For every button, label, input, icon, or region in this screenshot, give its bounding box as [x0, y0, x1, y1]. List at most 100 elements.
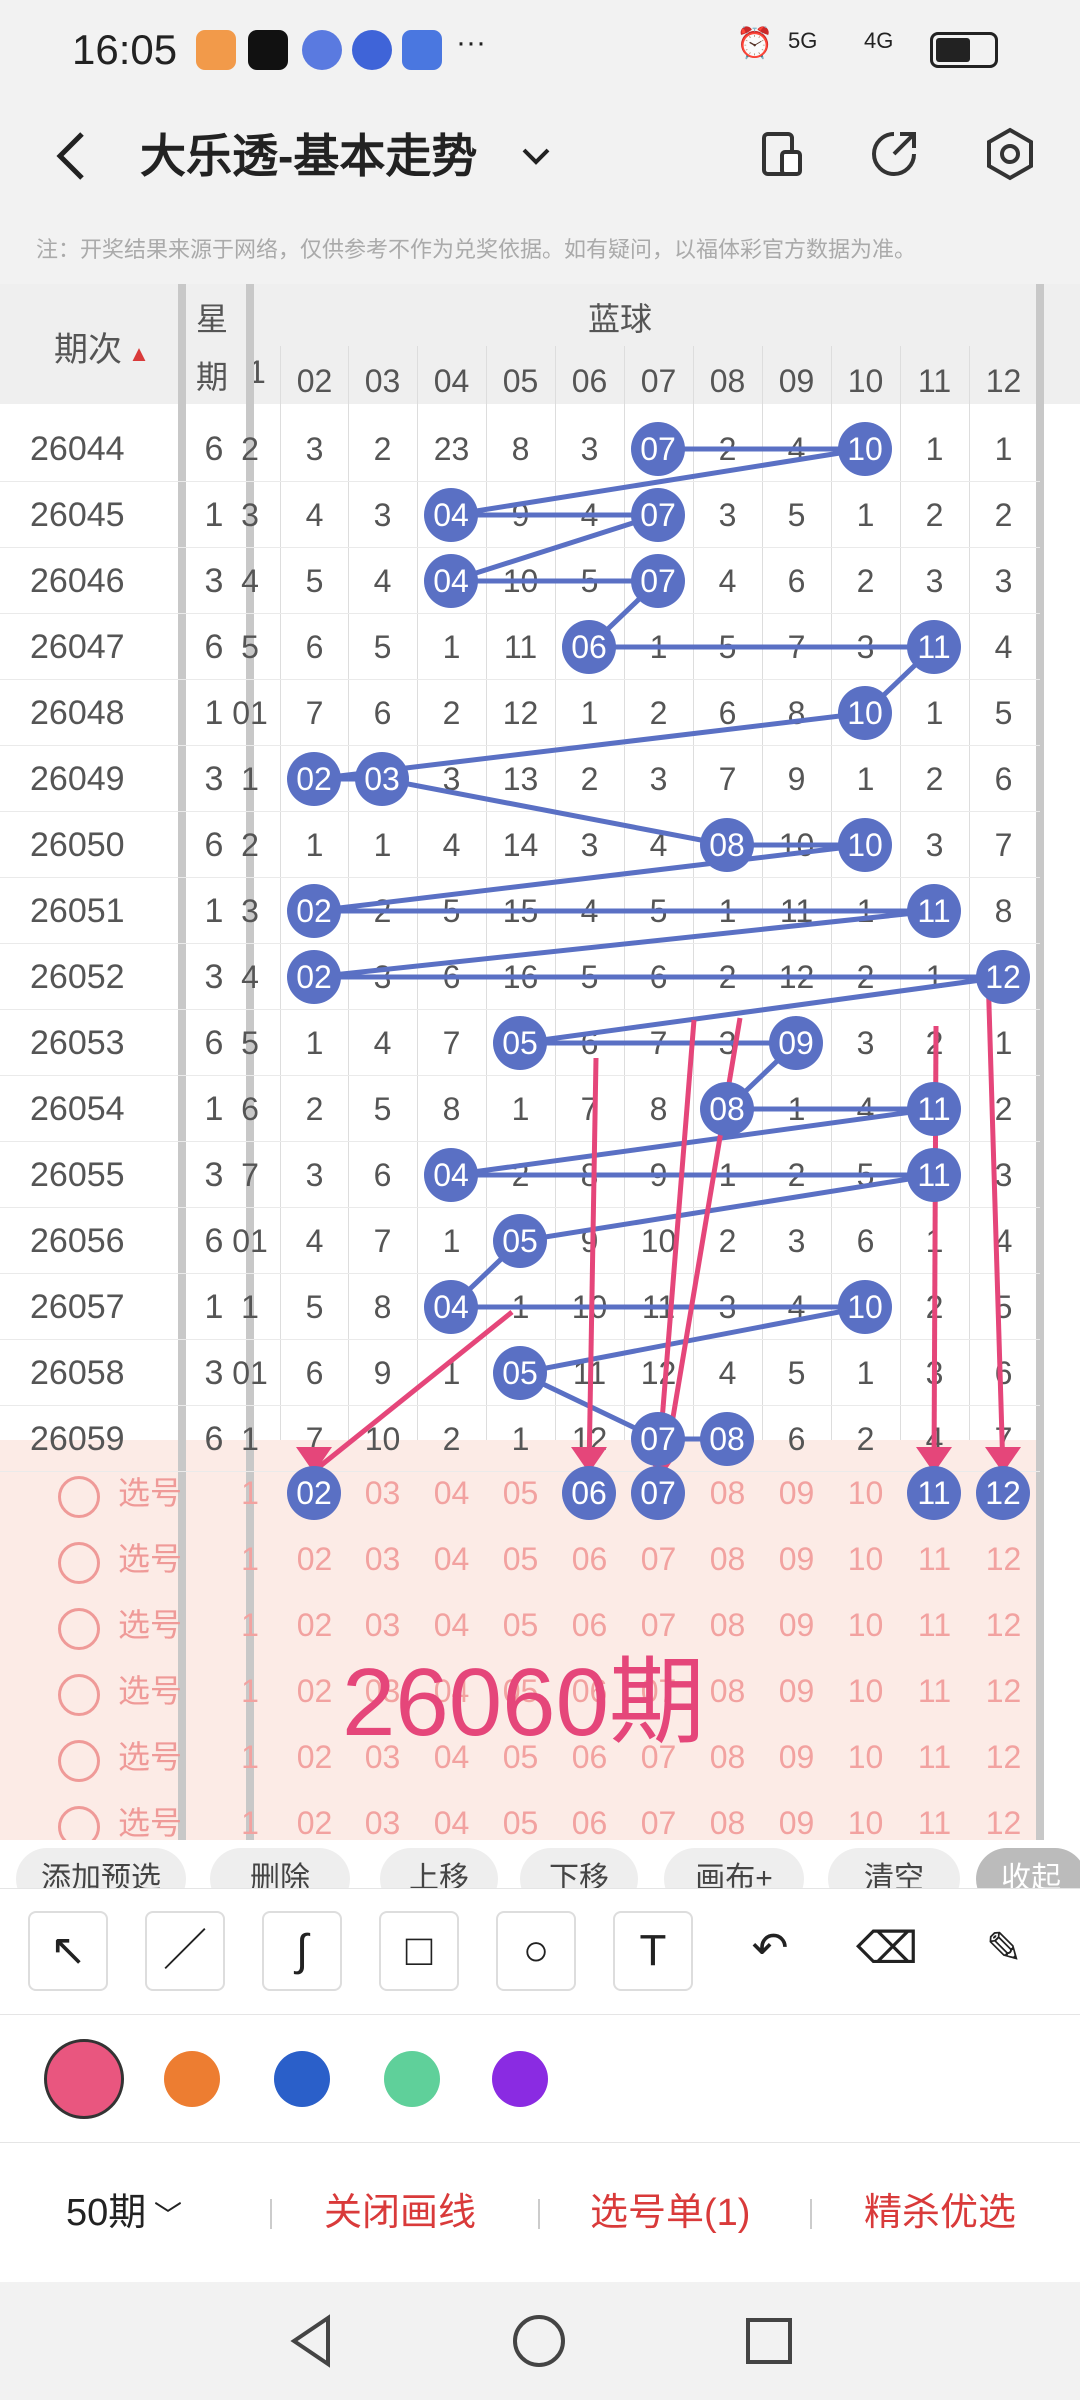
color-palette [0, 2014, 1080, 2142]
circle-tool-button[interactable]: ○ [496, 1911, 576, 1991]
system-nav-bar [0, 2282, 1080, 2400]
nav-back-button[interactable] [280, 2310, 342, 2372]
arrow-tool-icon: ↖ [49, 1926, 87, 1975]
annotation-label: 26060期 [342, 1649, 705, 1756]
divider [270, 2199, 272, 2229]
drawn-ball: 07 [631, 488, 685, 542]
arrow-tool-button[interactable]: ↖ [28, 1911, 108, 1991]
drawn-ball: 11 [907, 1148, 961, 1202]
drawn-ball: 03 [355, 752, 409, 806]
drawn-ball: 11 [907, 884, 961, 938]
drawn-ball: 11 [907, 1082, 961, 1136]
app-notification-icon [196, 30, 236, 70]
undo-button[interactable]: ↶ [730, 1911, 810, 1991]
action-chips: 添加预选 删除 上移 下移 画布+ 清空 收起 [0, 1840, 1080, 1888]
drawn-ball: 04 [424, 554, 478, 608]
drawn-ball: 04 [424, 1280, 478, 1334]
more-notifications-icon: ··· [456, 26, 486, 59]
drawn-ball: 05 [493, 1016, 547, 1070]
settings-button[interactable] [980, 124, 1040, 184]
color-swatch[interactable] [44, 2039, 124, 2119]
undo-icon: ↶ [751, 1924, 789, 1973]
drawn-ball: 10 [838, 422, 892, 476]
text-tool-icon: T [639, 1926, 667, 1975]
action-chip[interactable]: 上移 [380, 1848, 498, 1888]
action-chip[interactable]: 清空 [828, 1848, 960, 1888]
drawn-ball: 09 [769, 1016, 823, 1070]
brush-icon: ✎ [985, 1924, 1023, 1973]
layout-toggle-button[interactable] [752, 124, 812, 184]
title-dropdown-icon[interactable] [516, 136, 556, 176]
circle-tool-icon: ○ [522, 1926, 550, 1975]
rect-tool-icon: □ [405, 1926, 433, 1975]
triangle-back-icon [290, 2314, 330, 2368]
settings-icon [987, 127, 1033, 181]
drawn-ball: 05 [493, 1346, 547, 1400]
action-chip[interactable]: 画布+ [664, 1848, 804, 1888]
clock: 16:05 [72, 26, 178, 73]
drawn-ball: 02 [287, 950, 341, 1004]
bottom-action-bar: 50期 ﹀ 关闭画线 选号单(1) 精杀优选 [0, 2142, 1080, 2282]
nav-home-button[interactable] [508, 2310, 570, 2372]
selected-number[interactable]: 11 [907, 1466, 961, 1520]
drawn-ball: 02 [287, 752, 341, 806]
title-bar: 大乐透-基本走势 [0, 100, 1080, 210]
drawn-ball: 07 [631, 1412, 685, 1466]
drawn-ball: 06 [562, 620, 616, 674]
selected-number[interactable]: 12 [976, 1466, 1030, 1520]
divider [538, 2199, 540, 2229]
drawn-ball: 08 [700, 1412, 754, 1466]
drawn-ball: 04 [424, 1148, 478, 1202]
eraser-button[interactable]: ⌫ [847, 1911, 927, 1991]
trend-table: 期次 ▲ 星 期 蓝球 1 02 03 04 05 06 07 08 09 10 11 12 2604… [0, 284, 1080, 1840]
rect-tool-button[interactable]: □ [379, 1911, 459, 1991]
signal-4g-icon: 4G [864, 28, 894, 53]
back-arrow-icon [56, 132, 84, 180]
curve-tool-button[interactable]: ∫ [262, 1911, 342, 1991]
color-swatch[interactable] [492, 2051, 548, 2107]
drawing-toolbar: ↖ ／ ∫ □ ○ T ↶ ⌫ ✎ [0, 1888, 1080, 2014]
annotation-arrow [985, 971, 1006, 1472]
app-notification-icon [302, 30, 342, 70]
action-chip[interactable]: 收起 [976, 1848, 1080, 1888]
action-chip[interactable]: 添加预选 [16, 1848, 186, 1888]
circle-home-icon [513, 2315, 565, 2367]
color-swatch[interactable] [274, 2051, 330, 2107]
page-title[interactable]: 大乐透-基本走势 [140, 120, 477, 186]
selected-number[interactable]: 06 [562, 1466, 616, 1520]
eraser-icon: ⌫ [855, 1924, 919, 1973]
line-tool-button[interactable]: ／ [145, 1911, 225, 1991]
color-swatch[interactable] [164, 2051, 220, 2107]
drawn-ball: 07 [631, 554, 685, 608]
share-button[interactable] [864, 124, 924, 184]
period-selector[interactable]: 50期 ﹀ [66, 2143, 182, 2283]
selected-number[interactable]: 02 [287, 1466, 341, 1520]
square-recents-icon [746, 2318, 792, 2364]
brush-button[interactable]: ✎ [964, 1911, 1044, 1991]
action-chip[interactable]: 下移 [520, 1848, 638, 1888]
best-pick-button[interactable]: 精杀优选 [864, 2143, 1016, 2283]
color-swatch[interactable] [384, 2051, 440, 2107]
drawn-ball: 11 [907, 620, 961, 674]
drawn-ball: 10 [838, 686, 892, 740]
drawn-ball: 08 [700, 1082, 754, 1136]
close-lines-button[interactable]: 关闭画线 [324, 2143, 476, 2283]
action-chip[interactable]: 删除 [210, 1848, 350, 1888]
drawn-ball: 08 [700, 818, 754, 872]
back-button[interactable] [44, 126, 104, 186]
selected-number[interactable]: 07 [631, 1466, 685, 1520]
alarm-icon: ⏰ [736, 27, 774, 60]
drawing-overlay [296, 446, 1021, 1473]
drawn-ball: 10 [838, 1280, 892, 1334]
signal-5g-icon: 5G [788, 28, 818, 53]
text-tool-button[interactable]: T [613, 1911, 693, 1991]
disclaimer-notice: 注：开奖结果来源于网络，仅供参考不作为兑奖依据。如有疑问，以福体彩官方数据为准。 [36, 237, 917, 262]
share-icon [872, 132, 916, 176]
annotation-arrow [312, 1310, 514, 1473]
nav-recents-button[interactable] [738, 2310, 800, 2372]
line-tool-icon: ／ [163, 1926, 207, 1975]
drawn-ball: 12 [976, 950, 1030, 1004]
drawn-ball: 04 [424, 488, 478, 542]
pick-list-button[interactable]: 选号单(1) [590, 2143, 750, 2283]
drawn-ball: 10 [838, 818, 892, 872]
